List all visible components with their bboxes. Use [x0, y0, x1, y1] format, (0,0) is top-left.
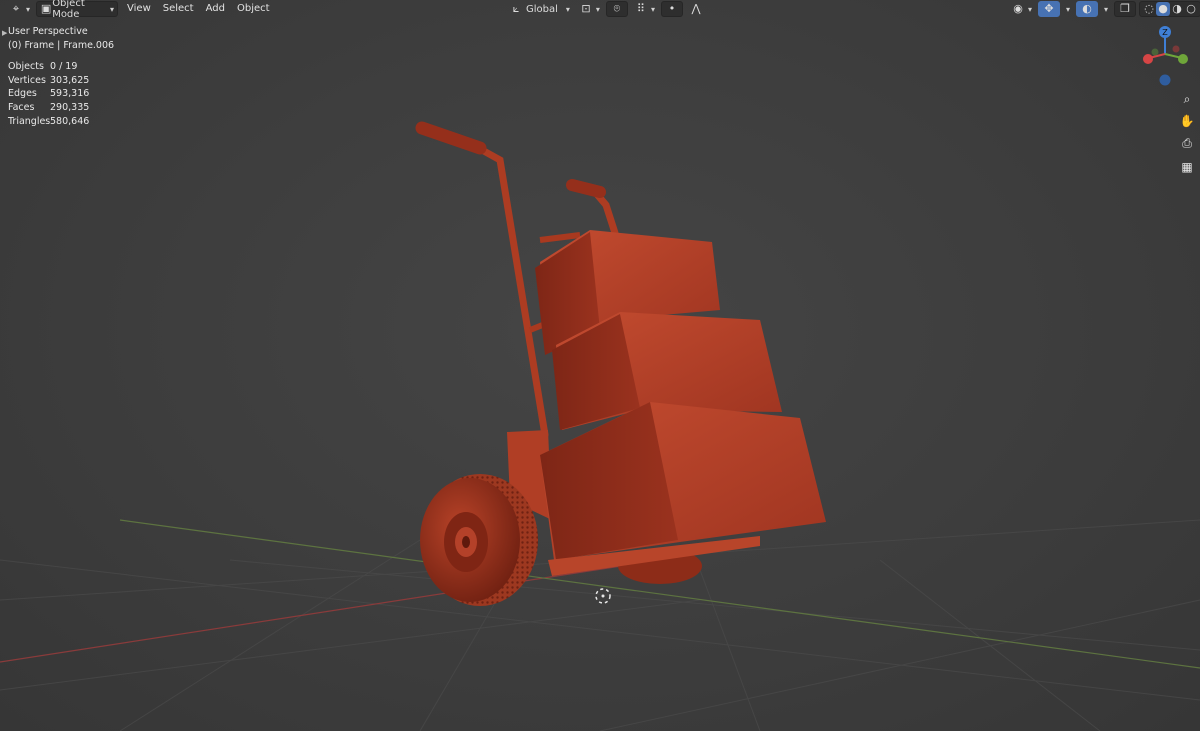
gizmo-toggle[interactable]: ✥ — [1038, 1, 1061, 17]
chevron-down-icon: ▾ — [565, 4, 570, 14]
stat-row: Faces 290,335 — [8, 101, 114, 115]
stat-row: Triangles 580,646 — [8, 115, 114, 129]
x-axis-line — [0, 559, 661, 663]
snap-increment-icon: ⠿ — [636, 2, 645, 15]
shading-selector[interactable]: ◌ ● ◑ ○ — [1139, 1, 1200, 17]
proportional-edit-toggle[interactable]: • — [660, 1, 683, 17]
ortho-grid-icon[interactable]: ▦ — [1178, 158, 1196, 176]
zoom-icon[interactable]: ⌕ — [1178, 90, 1196, 108]
xray-toggle[interactable]: ❐ — [1114, 1, 1137, 17]
gizmo-y-neg[interactable] — [1151, 48, 1159, 56]
stat-value: 593,316 — [50, 88, 90, 100]
view-name: User Perspective — [8, 26, 88, 37]
gizmo-x-axis[interactable] — [1143, 54, 1153, 64]
3d-cursor[interactable] — [595, 588, 611, 604]
gizmo-icon: ✥ — [1044, 2, 1054, 15]
proportional-edit-icon: • — [668, 2, 676, 15]
viewport-header: ⌖ ▾ ▣ Object Mode ▾ View Select Add Objec… — [0, 0, 1200, 20]
viewport-text-overlay: User Perspective (0) Frame | Frame.006 O… — [8, 25, 114, 128]
scene-canvas[interactable] — [0, 0, 1200, 731]
3d-viewport[interactable]: ⌖ ▾ ▣ Object Mode ▾ View Select Add Objec… — [0, 0, 1200, 731]
stat-row: Objects 0 / 19 — [8, 60, 114, 74]
menu-select[interactable]: Select — [157, 1, 200, 17]
snap-icon: ⌾ — [613, 2, 621, 15]
overlay-icon: ◐ — [1082, 2, 1092, 15]
stat-label: Triangles — [8, 115, 51, 127]
chevron-down-icon: ▾ — [26, 4, 31, 14]
hand-truck-model[interactable] — [415, 121, 826, 606]
mode-selector[interactable]: ▣ Object Mode ▾ — [36, 0, 119, 20]
chevron-down-icon: ▾ — [1104, 4, 1109, 14]
stat-value: 290,335 — [50, 101, 90, 113]
stat-label: Faces — [8, 101, 35, 113]
falloff-selector[interactable]: ⋀ — [686, 1, 706, 17]
navigation-gizmo[interactable]: Z — [1138, 22, 1194, 88]
falloff-icon: ⋀ — [691, 2, 701, 15]
stat-row: Edges 593,316 — [8, 87, 114, 101]
xray-icon: ❐ — [1120, 2, 1130, 15]
mode-label: Object Mode — [52, 0, 85, 20]
snap-target-selector[interactable]: ⠿ ▾ — [631, 1, 658, 17]
editor-type-selector[interactable]: ⌖ ▾ — [6, 1, 33, 17]
toolbar-expand-arrow[interactable]: ▶ — [2, 29, 7, 37]
active-collection-label: (0) Frame | Frame.006 — [8, 39, 115, 51]
orientation-label: Global — [526, 3, 558, 15]
solid-shading-icon[interactable]: ● — [1156, 2, 1171, 16]
menu-view[interactable]: View — [121, 1, 157, 17]
material-shading-icon[interactable]: ◑ — [1170, 2, 1184, 16]
chevron-down-icon: ▾ — [110, 4, 115, 14]
visibility-selector[interactable]: ◉ ▾ — [1008, 1, 1035, 17]
gizmo-x-neg[interactable] — [1172, 45, 1180, 53]
menu-object[interactable]: Object — [231, 1, 276, 17]
gizmo-z-label: Z — [1162, 28, 1168, 37]
transform-orientation-selector[interactable]: ⟀ Global ▾ — [506, 1, 573, 17]
chevron-down-icon: ▾ — [1066, 4, 1071, 14]
pivot-icon: ⊡ — [581, 2, 591, 15]
rendered-shading-icon[interactable]: ○ — [1184, 2, 1198, 16]
camera-view-icon[interactable]: ⎙ — [1178, 134, 1196, 152]
overlay-toggle[interactable]: ◐ — [1076, 1, 1099, 17]
snap-toggle[interactable]: ⌾ — [605, 1, 628, 17]
pan-hand-icon[interactable]: ✋ — [1178, 112, 1196, 130]
object-mode-icon: ▣ — [40, 2, 52, 15]
orientation-icon: ⟀ — [512, 2, 520, 15]
scene-statistics: Objects 0 / 19 Vertices 303,625 Edges 593,3… — [8, 60, 114, 128]
chevron-down-icon: ▾ — [1028, 4, 1033, 14]
stat-value: 303,625 — [50, 74, 90, 86]
stat-value: 580,646 — [50, 115, 90, 127]
pivot-point-selector[interactable]: ⊡ ▾ — [576, 1, 603, 17]
menu-add[interactable]: Add — [200, 1, 231, 17]
gizmo-z-neg[interactable] — [1159, 74, 1171, 86]
visibility-icon: ◉ — [1013, 2, 1023, 15]
stat-row: Vertices 303,625 — [8, 74, 114, 88]
stat-label: Objects — [8, 61, 44, 73]
stat-label: Vertices — [8, 74, 46, 86]
stat-value: 0 / 19 — [50, 61, 78, 73]
wireframe-shading-icon[interactable]: ◌ — [1142, 2, 1156, 16]
view3d-icon: ⌖ — [12, 2, 20, 15]
stat-label: Edges — [8, 88, 37, 100]
chevron-down-icon: ▾ — [650, 4, 655, 14]
chevron-down-icon: ▾ — [595, 4, 600, 14]
gizmo-y-axis[interactable] — [1178, 54, 1188, 64]
